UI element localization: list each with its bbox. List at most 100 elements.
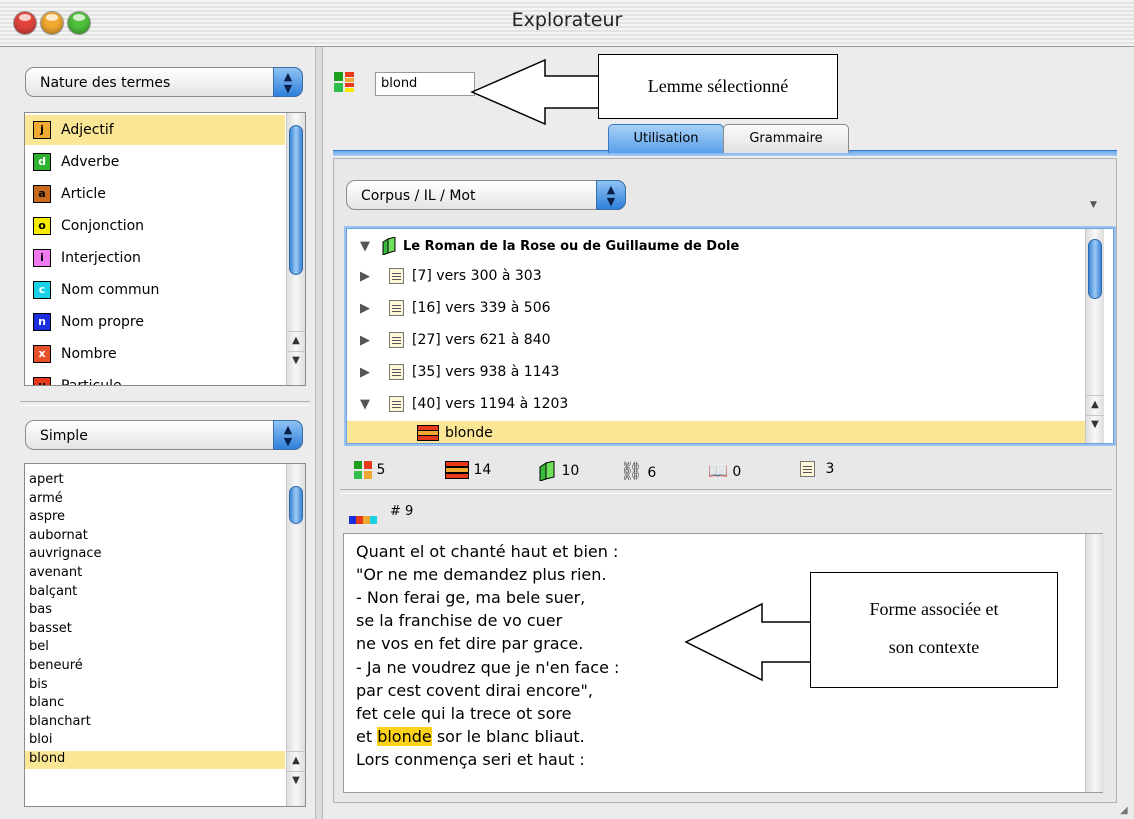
context-text: sor le blanc bliaut. bbox=[431, 727, 585, 746]
tree-leaf-row[interactable]: blonde bbox=[347, 421, 1085, 443]
category-item[interactable]: n Nom propre bbox=[25, 307, 285, 337]
document-icon bbox=[800, 461, 815, 477]
left-splitter[interactable] bbox=[20, 401, 310, 406]
disclosure-closed-icon[interactable]: ▶ bbox=[355, 294, 375, 324]
forms-stack-icon bbox=[445, 461, 469, 479]
scroll-up-arrow-icon[interactable]: ▲ bbox=[287, 751, 305, 770]
category-badge-icon: o bbox=[33, 217, 51, 235]
lemma-list-item[interactable]: blanc bbox=[25, 695, 285, 713]
context-line: fet cele qui la trece ot sore bbox=[356, 703, 572, 723]
context-line: "Or ne me demandez plus rien. bbox=[356, 565, 607, 585]
lemma-grid-icon bbox=[334, 72, 354, 92]
context-line: se la franchise de vo cuer bbox=[356, 611, 563, 631]
disclosure-open-icon[interactable]: ▼ bbox=[355, 390, 375, 420]
category-label: Nombre bbox=[61, 346, 117, 362]
stat-documents: 3 bbox=[800, 461, 834, 477]
category-item[interactable]: i Interjection bbox=[25, 243, 285, 273]
stat-open-books-value: 0 bbox=[732, 464, 742, 480]
context-text: et bbox=[356, 727, 378, 746]
category-list-scrollbar[interactable]: ▲ ▼ bbox=[286, 113, 305, 385]
resize-grip-icon[interactable]: ◢ bbox=[1120, 805, 1128, 816]
category-label: Nom propre bbox=[61, 314, 144, 330]
context-line: ne vos en fet dire par grace. bbox=[356, 634, 584, 654]
lemma-list-item[interactable]: auvrignace bbox=[25, 546, 285, 564]
scroll-up-arrow-icon[interactable]: ▲ bbox=[287, 331, 305, 350]
document-icon bbox=[389, 300, 404, 316]
context-scrollbar[interactable] bbox=[1085, 534, 1104, 792]
lemma-list-item[interactable]: aubornat bbox=[25, 528, 285, 546]
category-type-popup[interactable]: Nature des termes ▲ ▼ bbox=[25, 67, 303, 97]
category-badge-icon: x bbox=[33, 345, 51, 363]
scroll-thumb[interactable] bbox=[1088, 239, 1102, 299]
category-item[interactable]: x Nombre bbox=[25, 339, 285, 369]
stat-books: 10 bbox=[537, 460, 579, 482]
stat-links-value: 6 bbox=[647, 465, 657, 481]
lemma-list-item[interactable]: basset bbox=[25, 621, 285, 639]
lemma-list-item[interactable]: balçant bbox=[25, 584, 285, 602]
lemma-list-scrollbar[interactable]: ▲ ▼ bbox=[286, 464, 305, 806]
category-label: Adverbe bbox=[61, 154, 120, 170]
tab-utilisation[interactable]: Utilisation bbox=[608, 124, 724, 153]
lemma-list-item[interactable]: armé bbox=[25, 491, 285, 509]
disclosure-closed-icon[interactable]: ▶ bbox=[355, 262, 375, 292]
disclosure-closed-icon[interactable]: ▶ bbox=[355, 358, 375, 388]
display-mode-popup[interactable]: Simple ▲ ▼ bbox=[25, 420, 303, 450]
corpus-popup[interactable]: Corpus / IL / Mot ▲ ▼ bbox=[346, 180, 626, 210]
tree-scrollbar[interactable]: ▲ ▼ bbox=[1085, 229, 1104, 443]
context-line: - Non ferai ge, ma bele suer, bbox=[356, 588, 586, 608]
context-line: Quant el ot chanté haut et bien : bbox=[356, 542, 619, 561]
lemma-list-item[interactable]: bas bbox=[25, 602, 285, 620]
disclosure-closed-icon[interactable]: ▶ bbox=[355, 326, 375, 356]
document-icon bbox=[389, 268, 404, 284]
category-item[interactable]: o Conjonction bbox=[25, 211, 285, 241]
highlighted-form: blonde bbox=[377, 727, 432, 746]
lemma-field[interactable]: blond bbox=[375, 72, 475, 96]
category-badge-icon: d bbox=[33, 153, 51, 171]
context-line: par cest covent dirai encore", bbox=[356, 680, 593, 700]
category-badge-icon: a bbox=[33, 185, 51, 203]
split-divider[interactable] bbox=[315, 47, 323, 819]
category-item[interactable]: j Adjectif bbox=[25, 115, 285, 145]
category-label: Particule bbox=[61, 378, 122, 386]
green-book-icon bbox=[539, 460, 555, 482]
corpus-popup-label: Corpus / IL / Mot bbox=[361, 188, 476, 204]
tree-item-row[interactable]: ▶ [16] vers 339 à 506 bbox=[347, 293, 551, 323]
scroll-thumb[interactable] bbox=[289, 486, 303, 524]
lemma-list-item[interactable]: apert bbox=[25, 472, 285, 490]
tree-root-row[interactable]: ▼ Le Roman de la Rose ou de Guillaume de … bbox=[347, 231, 739, 261]
lemma-list-item[interactable]: bel bbox=[25, 639, 285, 657]
stat-lemmas-value: 5 bbox=[376, 462, 386, 478]
category-item[interactable]: d Adverbe bbox=[25, 147, 285, 177]
callout-arrow-top bbox=[470, 58, 600, 126]
lemma-list-item[interactable]: blanchart bbox=[25, 714, 285, 732]
context-line: - Ja ne voudrez que je n'en face : bbox=[356, 657, 620, 677]
scroll-down-arrow-icon[interactable]: ▼ bbox=[287, 351, 305, 370]
category-item[interactable]: c Nom commun bbox=[25, 275, 285, 305]
tree-item-row[interactable]: ▶ [35] vers 938 à 1143 bbox=[347, 357, 559, 387]
stat-forms: 14 bbox=[445, 461, 491, 479]
scroll-up-arrow-icon[interactable]: ▲ bbox=[1086, 395, 1104, 414]
category-item[interactable]: u Particule bbox=[25, 371, 285, 386]
options-chevron-icon[interactable]: ▼ bbox=[1090, 200, 1097, 210]
lemma-list-item[interactable]: beneuré bbox=[25, 658, 285, 676]
disclosure-open-icon[interactable]: ▼ bbox=[355, 232, 375, 262]
scroll-thumb[interactable] bbox=[289, 125, 303, 275]
popup-arrows-icon: ▲ ▼ bbox=[596, 180, 626, 210]
lemma-list-item[interactable]: bis bbox=[25, 677, 285, 695]
scroll-down-arrow-icon[interactable]: ▼ bbox=[287, 771, 305, 790]
lemma-list-item[interactable]: aspre bbox=[25, 509, 285, 527]
category-list: j Adjectif d Adverbe a Article o Conjonction i In… bbox=[24, 112, 306, 386]
lemma-list-item[interactable]: bloi bbox=[25, 732, 285, 750]
tab-grammaire[interactable]: Grammaire bbox=[723, 124, 849, 153]
stat-lemmas: 5 bbox=[354, 461, 385, 479]
right-splitter[interactable] bbox=[340, 489, 1112, 494]
tree-item-row[interactable]: ▶ [7] vers 300 à 303 bbox=[347, 261, 542, 291]
tree-item-row[interactable]: ▶ [27] vers 621 à 840 bbox=[347, 325, 551, 355]
stat-forms-value: 14 bbox=[473, 462, 492, 478]
occurrence-number: # 9 bbox=[390, 504, 414, 519]
scroll-down-arrow-icon[interactable]: ▼ bbox=[1086, 415, 1104, 434]
tree-item-row[interactable]: ▼ [40] vers 1194 à 1203 bbox=[347, 389, 568, 419]
category-item[interactable]: a Article bbox=[25, 179, 285, 209]
lemma-list-item[interactable]: avenant bbox=[25, 565, 285, 583]
lemma-list-item[interactable]: blond bbox=[25, 751, 285, 769]
